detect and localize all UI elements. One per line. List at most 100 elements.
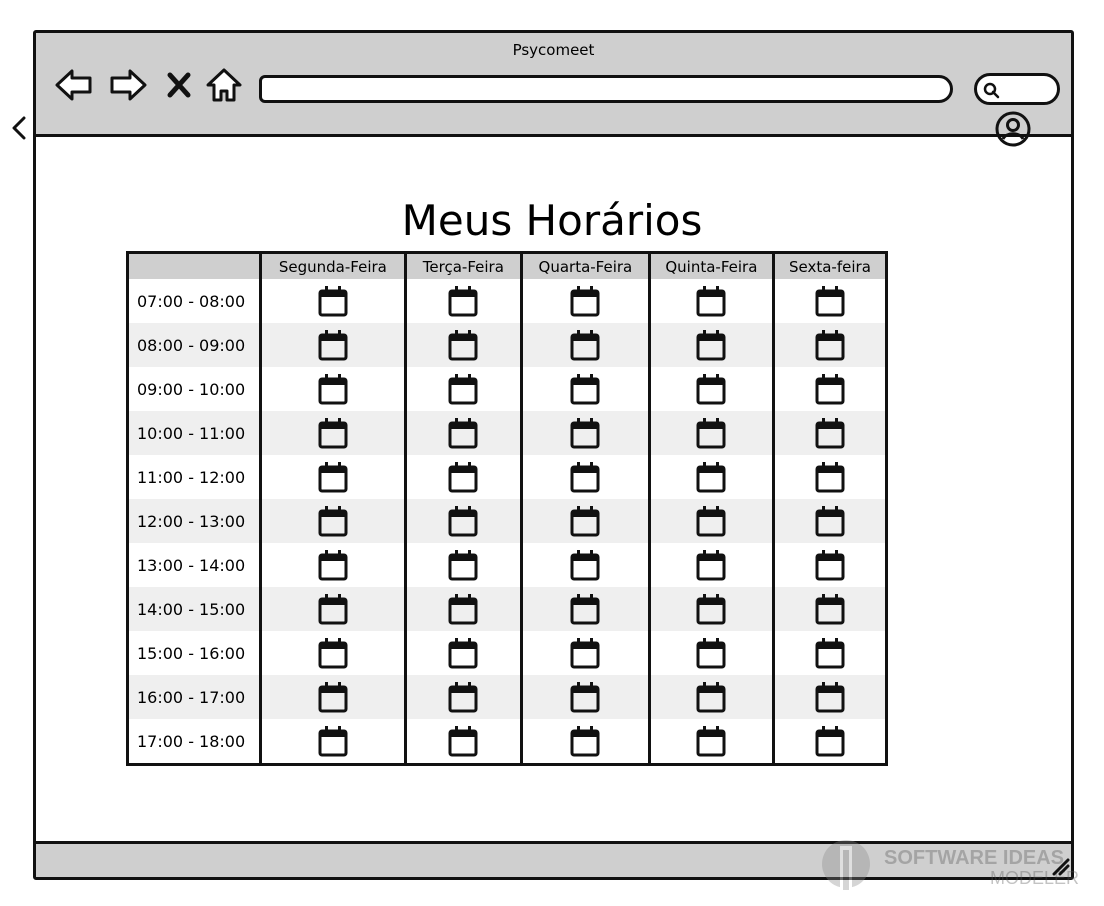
schedule-slot-button[interactable] bbox=[519, 719, 648, 763]
watermark-logo-icon bbox=[822, 840, 870, 892]
schedule-slot-button[interactable] bbox=[647, 543, 772, 587]
calendar-icon bbox=[448, 418, 478, 449]
schedule-slot-button[interactable] bbox=[771, 587, 885, 631]
schedule-slot-button[interactable] bbox=[771, 543, 885, 587]
table-body: 07:00 - 08:00 08:00 - 09:00 09:00 - 10:00 1… bbox=[129, 279, 885, 763]
resize-grip-icon[interactable] bbox=[1050, 856, 1070, 876]
schedule-slot-button[interactable] bbox=[259, 719, 404, 763]
time-slot-label: 14:00 - 15:00 bbox=[137, 599, 246, 619]
calendar-icon bbox=[696, 550, 726, 581]
schedule-slot-button[interactable] bbox=[259, 323, 404, 367]
table-row: 11:00 - 12:00 bbox=[129, 455, 885, 499]
window-title: Psycomeet bbox=[512, 41, 595, 59]
schedule-slot-button[interactable] bbox=[259, 675, 404, 719]
home-icon[interactable] bbox=[204, 65, 244, 105]
schedule-slot-button[interactable] bbox=[771, 367, 885, 411]
schedule-slot-button[interactable] bbox=[519, 675, 648, 719]
schedule-slot-button[interactable] bbox=[519, 411, 648, 455]
calendar-icon bbox=[570, 550, 600, 581]
schedule-slot-button[interactable] bbox=[403, 367, 520, 411]
schedule-slot-button[interactable] bbox=[647, 323, 772, 367]
schedule-slot-button[interactable] bbox=[259, 279, 404, 323]
time-slot-label: 16:00 - 17:00 bbox=[137, 687, 246, 707]
schedule-slot-button[interactable] bbox=[771, 499, 885, 543]
schedule-slot-button[interactable] bbox=[403, 411, 520, 455]
schedule-slot-button[interactable] bbox=[259, 411, 404, 455]
watermark-text: SOFTWARE IDEAS bbox=[884, 847, 1065, 869]
schedule-slot-button[interactable] bbox=[771, 323, 885, 367]
calendar-icon bbox=[570, 726, 600, 757]
calendar-icon bbox=[696, 506, 726, 537]
calendar-icon bbox=[318, 462, 348, 493]
schedule-slot-button[interactable] bbox=[519, 323, 648, 367]
calendar-icon bbox=[448, 726, 478, 757]
schedule-slot-button[interactable] bbox=[647, 279, 772, 323]
schedule-slot-button[interactable] bbox=[771, 279, 885, 323]
time-slot-label: 09:00 - 10:00 bbox=[137, 379, 246, 399]
search-input[interactable] bbox=[974, 73, 1060, 105]
calendar-icon bbox=[318, 638, 348, 669]
user-icon[interactable] bbox=[994, 110, 1032, 148]
table-row: 13:00 - 14:00 bbox=[129, 543, 885, 587]
schedule-slot-button[interactable] bbox=[647, 411, 772, 455]
schedule-slot-button[interactable] bbox=[259, 631, 404, 675]
page-title: Meus Horários bbox=[401, 196, 703, 246]
schedule-slot-button[interactable] bbox=[519, 587, 648, 631]
calendar-icon bbox=[318, 682, 348, 713]
close-icon[interactable] bbox=[164, 65, 194, 105]
schedule-slot-button[interactable] bbox=[519, 367, 648, 411]
calendar-icon bbox=[815, 286, 845, 317]
schedule-slot-button[interactable] bbox=[647, 675, 772, 719]
schedule-slot-button[interactable] bbox=[647, 587, 772, 631]
schedule-slot-button[interactable] bbox=[403, 279, 520, 323]
schedule-slot-button[interactable] bbox=[519, 499, 648, 543]
schedule-slot-button[interactable] bbox=[259, 543, 404, 587]
calendar-icon bbox=[318, 286, 348, 317]
schedule-slot-button[interactable] bbox=[259, 499, 404, 543]
calendar-icon bbox=[570, 594, 600, 625]
schedule-slot-button[interactable] bbox=[259, 587, 404, 631]
schedule-slot-button[interactable] bbox=[403, 499, 520, 543]
back-arrow-icon[interactable] bbox=[54, 65, 94, 105]
time-slot-label: 10:00 - 11:00 bbox=[137, 423, 246, 443]
table-row: 08:00 - 09:00 bbox=[129, 323, 885, 367]
time-slot-label: 07:00 - 08:00 bbox=[137, 291, 246, 311]
calendar-icon bbox=[318, 418, 348, 449]
search-icon bbox=[983, 82, 1000, 99]
schedule-slot-button[interactable] bbox=[771, 631, 885, 675]
schedule-slot-button[interactable] bbox=[259, 367, 404, 411]
schedule-slot-button[interactable] bbox=[403, 719, 520, 763]
schedule-slot-button[interactable] bbox=[519, 631, 648, 675]
calendar-icon bbox=[448, 506, 478, 537]
schedule-slot-button[interactable] bbox=[771, 411, 885, 455]
schedule-slot-button[interactable] bbox=[403, 631, 520, 675]
calendar-icon bbox=[570, 638, 600, 669]
calendar-icon bbox=[696, 726, 726, 757]
calendar-icon bbox=[696, 330, 726, 361]
schedule-slot-button[interactable] bbox=[403, 323, 520, 367]
schedule-slot-button[interactable] bbox=[403, 455, 520, 499]
time-slot-label: 11:00 - 12:00 bbox=[137, 467, 246, 487]
schedule-slot-button[interactable] bbox=[403, 543, 520, 587]
chevron-left-icon[interactable] bbox=[8, 114, 30, 142]
forward-arrow-icon[interactable] bbox=[108, 65, 148, 105]
schedule-slot-button[interactable] bbox=[647, 719, 772, 763]
calendar-icon bbox=[448, 462, 478, 493]
schedule-slot-button[interactable] bbox=[519, 279, 648, 323]
table-row: 17:00 - 18:00 bbox=[129, 719, 885, 763]
calendar-icon bbox=[696, 286, 726, 317]
schedule-slot-button[interactable] bbox=[771, 675, 885, 719]
schedule-slot-button[interactable] bbox=[519, 543, 648, 587]
schedule-slot-button[interactable] bbox=[771, 719, 885, 763]
schedule-slot-button[interactable] bbox=[647, 631, 772, 675]
url-input[interactable] bbox=[259, 75, 953, 103]
schedule-slot-button[interactable] bbox=[403, 675, 520, 719]
schedule-slot-button[interactable] bbox=[259, 455, 404, 499]
schedule-slot-button[interactable] bbox=[771, 455, 885, 499]
calendar-icon bbox=[448, 638, 478, 669]
schedule-slot-button[interactable] bbox=[647, 455, 772, 499]
schedule-slot-button[interactable] bbox=[647, 499, 772, 543]
schedule-slot-button[interactable] bbox=[403, 587, 520, 631]
schedule-slot-button[interactable] bbox=[519, 455, 648, 499]
schedule-slot-button[interactable] bbox=[647, 367, 772, 411]
